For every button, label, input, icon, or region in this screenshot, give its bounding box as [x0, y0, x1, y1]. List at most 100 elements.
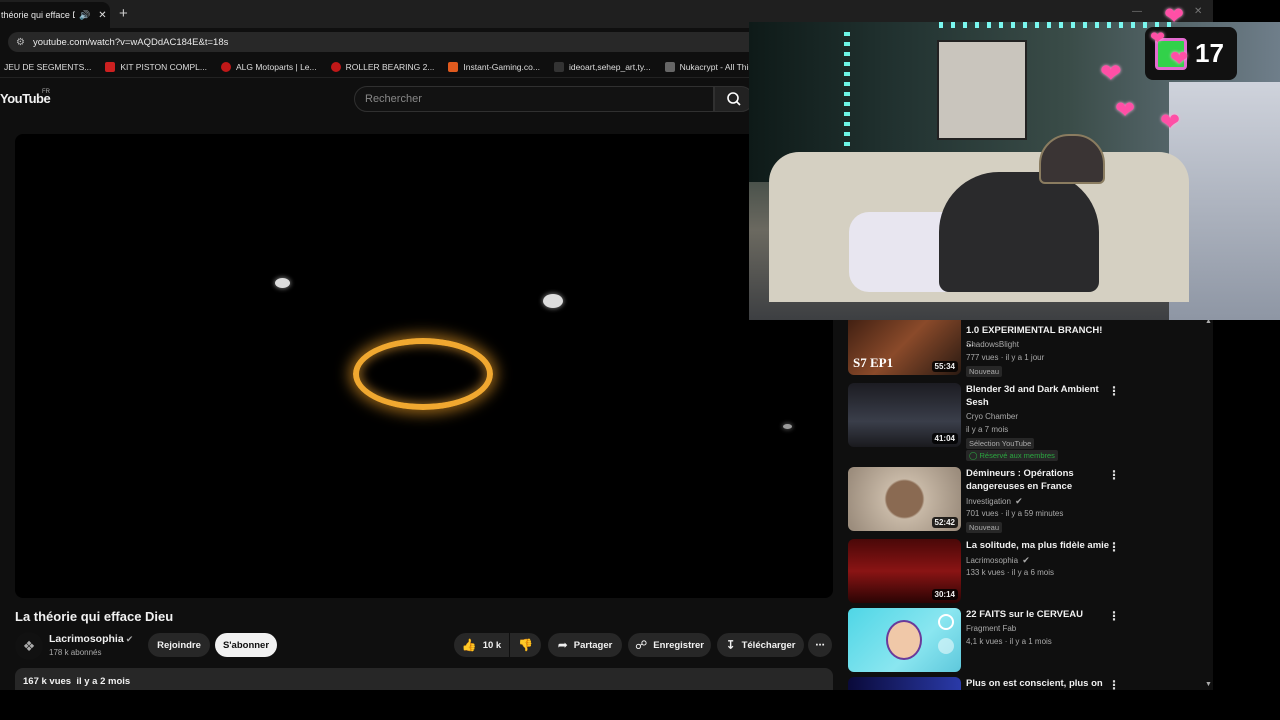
golden-ring: [353, 338, 493, 410]
scrollbar-down-icon[interactable]: ▼: [1205, 681, 1212, 688]
save-label: Enregistrer: [653, 639, 704, 651]
download-label: Télécharger: [741, 639, 796, 651]
share-button[interactable]: ➦ Partager: [548, 633, 622, 657]
members-icon: ◯: [969, 451, 980, 460]
download-icon: ↧: [725, 638, 736, 652]
brain-avatar-icon: [886, 620, 922, 660]
rec-channel[interactable]: Investigation ✔: [966, 496, 1023, 507]
rec-meta: 4,1 k vues · il y a 1 mois: [966, 637, 1052, 646]
join-button[interactable]: Rejoindre: [148, 633, 210, 657]
bookmark-1[interactable]: KIT PISTON COMPL...: [105, 61, 207, 72]
rec-channel[interactable]: ShadowsBlight: [966, 340, 1019, 349]
instant-gaming-icon: [448, 61, 459, 72]
share-icon: ➦: [557, 638, 568, 652]
new-tab-icon[interactable]: +: [119, 5, 128, 22]
rec-title[interactable]: Plus on est conscient, plus on: [966, 677, 1111, 690]
verified-icon: ✔: [1015, 496, 1023, 506]
bookmark-label: JEU DE SEGMENTS...: [4, 61, 92, 72]
video-thumbnail[interactable]: 30:14: [848, 539, 961, 603]
thumbs-down-icon: 👎: [518, 638, 533, 652]
duration-badge: 52:42: [931, 517, 958, 528]
new-badge: Nouveau: [966, 522, 1003, 533]
bookmark-3[interactable]: ROLLER BEARING 2...: [330, 61, 434, 72]
video-thumbnail[interactable]: [848, 677, 961, 690]
bookmark-2[interactable]: ALG Motoparts | Le...: [220, 61, 317, 72]
recommendation-item[interactable]: 41:04 Blender 3d and Dark Ambient Sesh C…: [848, 383, 1118, 461]
search-input[interactable]: Rechercher: [354, 86, 714, 112]
url-text[interactable]: youtube.com/watch?v=wAQDdAC184E&t=18s: [33, 37, 228, 48]
youtube-icon: [105, 61, 116, 72]
speaker-icon[interactable]: 🔊: [79, 10, 90, 21]
like-count: 10 k: [482, 639, 502, 651]
rec-channel-text: Investigation: [966, 497, 1011, 506]
more-icon: ⋯: [815, 639, 825, 651]
video-thumbnail[interactable]: S7 EP1 55:34: [848, 311, 961, 375]
tiktok-icon: [553, 61, 564, 72]
more-options-button[interactable]: ⋯: [808, 633, 832, 657]
rec-title[interactable]: 22 FAITS sur le CERVEAU: [966, 608, 1111, 621]
rec-channel[interactable]: Lacrimosophia ✔: [966, 555, 1030, 566]
members-only-badge: ◯ Réservé aux membres: [966, 450, 1058, 461]
video-player[interactable]: [15, 134, 833, 598]
rec-meta: 133 k vues · il y a 6 mois: [966, 568, 1055, 577]
recommendation-item[interactable]: 52:42 Démineurs : Opérations dangereuses…: [848, 467, 1118, 533]
bearing-icon: [330, 61, 341, 72]
save-button[interactable]: ☍ Enregistrer: [628, 633, 711, 657]
youtube-selection-badge: Sélection YouTube: [966, 438, 1035, 449]
close-window-icon[interactable]: ✕: [1194, 6, 1202, 17]
duration-badge: 30:14: [931, 589, 958, 600]
streamer: [939, 172, 1099, 292]
site-settings-icon[interactable]: ⚙: [16, 37, 25, 48]
bookmark-label: ideoart,sehep_art,ty...: [568, 61, 651, 72]
new-badge: Nouveau: [966, 366, 1003, 377]
bookmark-label: ALG Motoparts | Le...: [235, 61, 317, 72]
video-thumbnail[interactable]: 41:04: [848, 383, 961, 447]
bookmark-icon: ☍: [635, 638, 648, 652]
subscriber-count: 178 k abonnés: [49, 648, 102, 657]
channel-avatar[interactable]: ❖: [15, 632, 43, 660]
region-label: FR: [42, 89, 50, 95]
more-options-icon[interactable]: ⋮: [1108, 384, 1120, 398]
search-button[interactable]: [714, 86, 754, 112]
description-box[interactable]: 167 k vues il y a 2 mois: [15, 668, 833, 690]
channel-name[interactable]: Lacrimosophia ✔: [49, 633, 133, 645]
wall-poster: [937, 40, 1027, 140]
bookmark-label: KIT PISTON COMPL...: [120, 61, 207, 72]
search-icon: [727, 92, 741, 106]
channel-name-text: Lacrimosophia: [49, 633, 124, 645]
video-thumbnail[interactable]: [848, 608, 961, 672]
thumbnail-text: S7 EP1: [853, 355, 894, 370]
members-label: Réservé aux membres: [979, 451, 1055, 460]
rec-title[interactable]: Démineurs : Opérations dangereuses en Fr…: [966, 467, 1111, 493]
subscribe-button[interactable]: S'abonner: [215, 633, 277, 657]
bookmark-label: Instant-Gaming.co...: [463, 61, 540, 72]
rec-channel[interactable]: Cryo Chamber: [966, 412, 1018, 421]
rec-channel[interactable]: Fragment Fab: [966, 624, 1016, 633]
recommendation-item[interactable]: Plus on est conscient, plus on: [848, 677, 1118, 690]
video-thumbnail[interactable]: 52:42: [848, 467, 961, 531]
views-date: 167 k vues il y a 2 mois: [23, 676, 131, 687]
tab-title: théorie qui efface Dieu: [1, 10, 75, 20]
led-lights: [844, 32, 850, 162]
like-button[interactable]: 👍 10 k: [454, 633, 509, 657]
minimize-icon[interactable]: —: [1132, 6, 1142, 17]
recommendation-item[interactable]: 22 FAITS sur le CERVEAU Fragment Fab 4,1…: [848, 608, 1118, 674]
bookmark-0[interactable]: JEU DE SEGMENTS...: [0, 62, 91, 72]
rec-title[interactable]: Blender 3d and Dark Ambient Sesh: [966, 383, 1111, 409]
bookmark-5[interactable]: ideoart,sehep_art,ty...: [553, 61, 651, 72]
more-options-icon[interactable]: ⋮: [1108, 609, 1120, 623]
rec-title[interactable]: La solitude, ma plus fidèle amie: [966, 539, 1111, 552]
recommendation-item[interactable]: S7 EP1 55:34 1.0 EXPERIMENTAL BRANCH! ..…: [848, 311, 1118, 377]
dislike-button[interactable]: 👎: [510, 633, 541, 657]
more-options-icon[interactable]: ⋮: [1108, 468, 1120, 482]
download-button[interactable]: ↧ Télécharger: [717, 633, 804, 657]
bookmark-4[interactable]: Instant-Gaming.co...: [448, 61, 540, 72]
streamer-hat: [1039, 134, 1105, 184]
rec-meta: 701 vues · il y a 59 minutes: [966, 509, 1064, 518]
close-tab-icon[interactable]: ✕: [98, 10, 106, 21]
recommendation-item[interactable]: 30:14 La solitude, ma plus fidèle amie L…: [848, 539, 1118, 605]
more-options-icon[interactable]: ⋮: [1108, 540, 1120, 554]
more-options-icon[interactable]: ⋮: [1108, 678, 1120, 690]
bookmark-6[interactable]: Nukacrypt - All Thin...: [664, 61, 760, 72]
active-tab[interactable]: théorie qui efface Dieu 🔊 ✕: [0, 2, 110, 28]
